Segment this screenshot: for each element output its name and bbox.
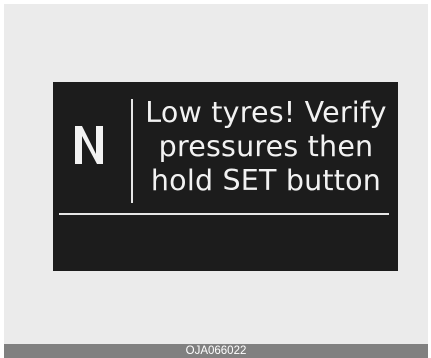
message-line-1: Low tyres! Verify [145,96,387,129]
illustration-frame: Low tyres! Verify pressures then hold SE… [4,4,428,344]
vertical-divider [131,99,133,203]
message-line-2: pressures then [158,130,374,163]
horizontal-divider [59,213,389,215]
gear-n-indicator-icon [71,120,107,168]
message-line-3: hold SET button [150,164,382,197]
warning-message: Low tyres! Verify pressures then hold SE… [137,96,395,198]
figure-code: OJA066022 [4,344,428,358]
cluster-display: Low tyres! Verify pressures then hold SE… [53,82,398,271]
